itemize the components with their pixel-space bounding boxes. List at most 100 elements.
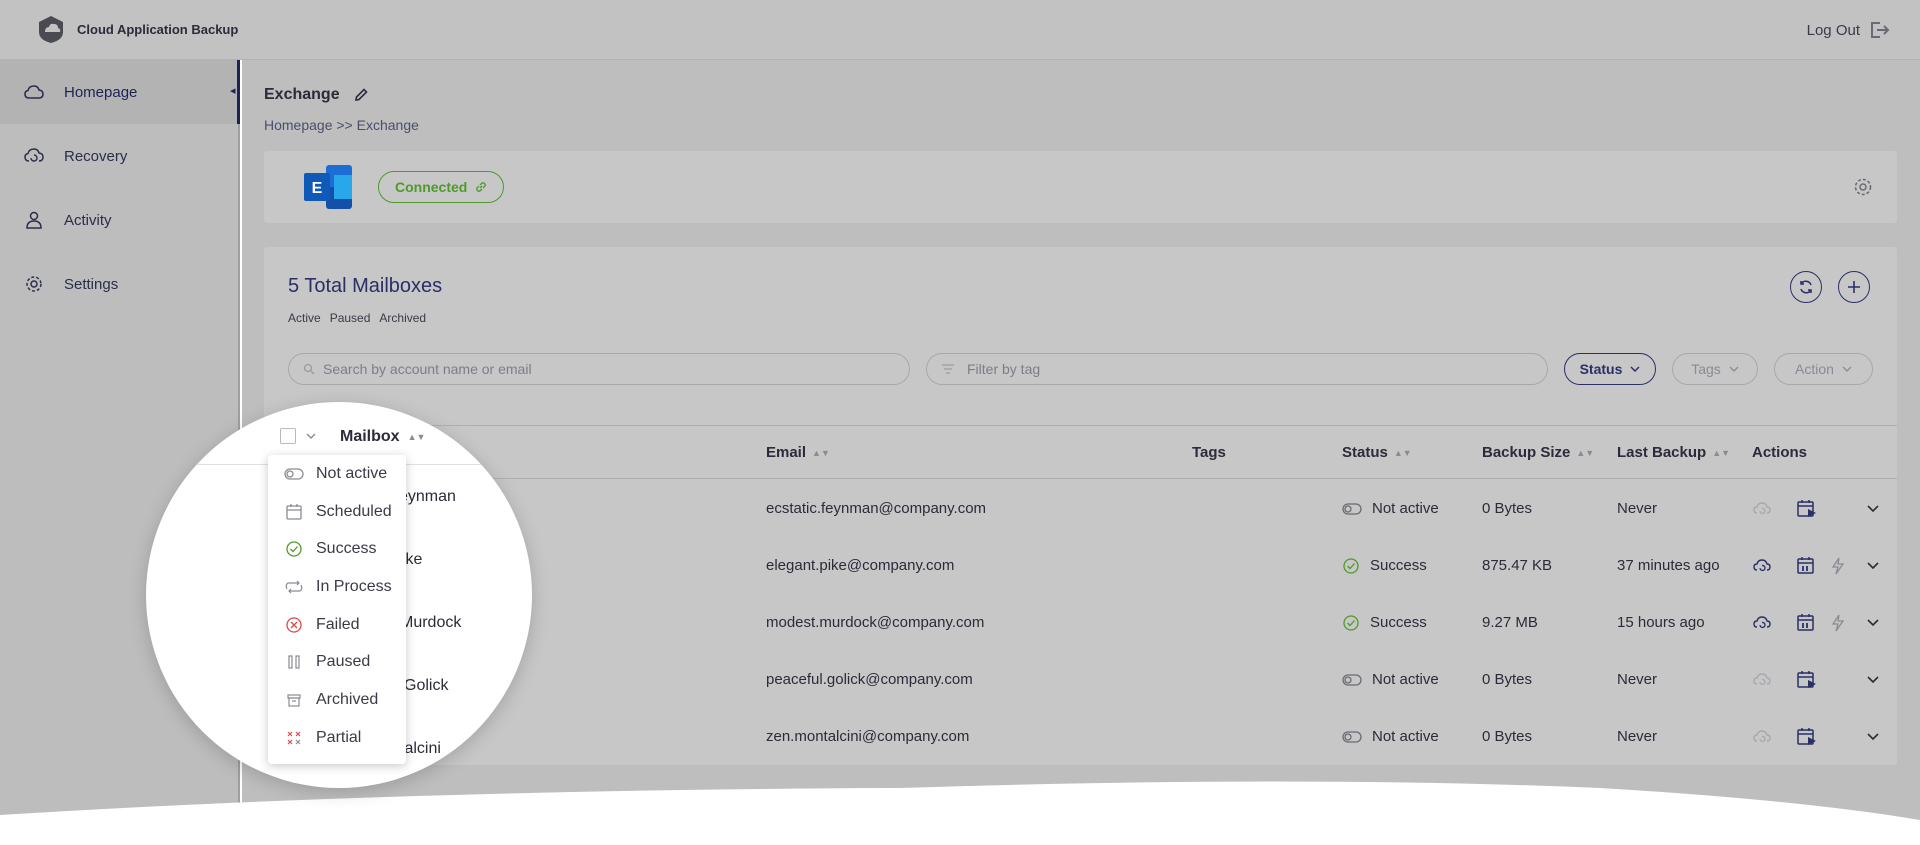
column-header-email[interactable]: Email ▲▼ bbox=[766, 444, 830, 461]
sidebar-item-homepage[interactable]: Homepage bbox=[0, 60, 240, 124]
edit-pencil-icon[interactable] bbox=[354, 88, 368, 102]
search-input[interactable]: Search by account name or email bbox=[288, 353, 910, 385]
expand-row-chevron-icon[interactable] bbox=[1866, 732, 1880, 742]
status-cell: Success bbox=[1342, 594, 1427, 651]
connection-status-badge: Connected bbox=[378, 171, 505, 203]
status-cell: Success bbox=[1342, 537, 1427, 594]
restore-icon[interactable] bbox=[1752, 670, 1772, 690]
column-header-mailbox[interactable]: Mailbox ▲▼ bbox=[340, 428, 425, 446]
email-cell: ecstatic.feynman@company.com bbox=[766, 500, 987, 517]
table-row[interactable]: zen.montalcini@company.com Not active 0 By… bbox=[264, 708, 1897, 765]
select-all-checkbox[interactable] bbox=[280, 428, 296, 444]
sidebar-item-activity[interactable]: Activity bbox=[0, 188, 238, 252]
expand-row-chevron-icon[interactable] bbox=[1866, 675, 1880, 685]
logout-button[interactable]: Log Out bbox=[1807, 20, 1890, 40]
status-cell: Not active bbox=[1342, 651, 1439, 708]
quick-filter-links: Active Paused Archived bbox=[288, 311, 426, 325]
status-option-label: Paused bbox=[316, 653, 371, 671]
column-header-status[interactable]: Status ▲▼ bbox=[1342, 444, 1412, 461]
x-circle-icon bbox=[284, 615, 304, 635]
status-label: Success bbox=[1370, 614, 1427, 631]
schedule-run-icon[interactable] bbox=[1796, 612, 1818, 634]
lightning-icon[interactable] bbox=[1830, 556, 1846, 576]
column-header-backup-size[interactable]: Backup Size ▲▼ bbox=[1482, 444, 1594, 461]
connection-settings-gear-icon[interactable] bbox=[1853, 177, 1873, 197]
status-label: Not active bbox=[1372, 728, 1439, 745]
status-filter-label: Status bbox=[1579, 361, 1623, 377]
schedule-run-icon[interactable] bbox=[1796, 669, 1818, 691]
collapse-sidebar-button[interactable]: ◂ bbox=[230, 84, 240, 98]
status-option-label: Partial bbox=[316, 728, 362, 746]
column-header-last-backup[interactable]: Last Backup ▲▼ bbox=[1617, 444, 1730, 461]
select-all-control[interactable] bbox=[280, 428, 316, 444]
action-menu-button[interactable]: Action bbox=[1774, 353, 1873, 385]
expand-row-chevron-icon[interactable] bbox=[1866, 618, 1880, 628]
status-option-in-process[interactable]: In Process bbox=[268, 568, 406, 606]
partial-icon bbox=[284, 728, 304, 748]
action-menu-label: Action bbox=[1795, 361, 1834, 377]
expand-row-chevron-icon[interactable] bbox=[1866, 504, 1880, 514]
app-title: Cloud Application Backup bbox=[77, 22, 239, 37]
chevron-down-icon bbox=[1729, 366, 1739, 372]
zoom-magnifier: Mailbox ▲▼ eynman ike Murdock Golick tal… bbox=[146, 402, 532, 788]
add-mailbox-button[interactable] bbox=[1838, 271, 1870, 303]
sidebar-item-label: Homepage bbox=[64, 83, 138, 101]
restore-icon[interactable] bbox=[1752, 556, 1772, 576]
status-filter-button[interactable]: Status bbox=[1564, 353, 1656, 385]
status-option-partial[interactable]: Partial bbox=[268, 719, 406, 757]
chevron-down-icon[interactable] bbox=[306, 432, 316, 440]
schedule-run-icon[interactable] bbox=[1796, 498, 1818, 520]
column-header-actions: Actions bbox=[1752, 444, 1807, 461]
main-content: Exchange Homepage >> Exchange E Connecte… bbox=[0, 60, 1920, 845]
toggle-off-icon bbox=[1342, 730, 1362, 743]
sort-icon: ▲▼ bbox=[1393, 447, 1412, 458]
tag-filter-input[interactable]: Filter by tag bbox=[926, 353, 1548, 385]
status-option-not-active[interactable]: Not active bbox=[268, 455, 406, 493]
status-option-paused[interactable]: Paused bbox=[268, 643, 406, 681]
backup-size-cell: 0 Bytes bbox=[1482, 728, 1533, 745]
status-option-label: Scheduled bbox=[316, 502, 392, 520]
user-icon bbox=[26, 211, 42, 229]
status-option-label: Success bbox=[316, 540, 377, 558]
mailbox-name-fragment: Golick bbox=[404, 677, 449, 694]
schedule-run-icon[interactable] bbox=[1796, 555, 1818, 577]
lightning-icon[interactable] bbox=[1830, 613, 1846, 633]
restore-icon[interactable] bbox=[1752, 499, 1772, 519]
sidebar-item-recovery[interactable]: Recovery bbox=[0, 124, 238, 188]
status-label: Success bbox=[1370, 557, 1427, 574]
restore-icon[interactable] bbox=[1752, 727, 1772, 747]
filter-link-active[interactable]: Active bbox=[288, 311, 321, 325]
status-option-scheduled[interactable]: Scheduled bbox=[268, 493, 406, 531]
check-circle-icon bbox=[1343, 614, 1359, 631]
sort-icon: ▲▼ bbox=[1576, 447, 1595, 458]
mailbox-name-fragment: eynman bbox=[399, 488, 456, 505]
breadcrumb[interactable]: Homepage >> Exchange bbox=[264, 117, 419, 133]
restore-icon[interactable] bbox=[1752, 613, 1772, 633]
chevron-down-icon bbox=[1630, 366, 1640, 373]
search-placeholder: Search by account name or email bbox=[323, 361, 532, 377]
sort-icon: ▲▼ bbox=[812, 447, 830, 458]
sidebar-item-label: Recovery bbox=[64, 147, 128, 165]
status-option-success[interactable]: Success bbox=[268, 530, 406, 568]
tags-filter-button[interactable]: Tags bbox=[1672, 353, 1758, 385]
filter-link-archived[interactable]: Archived bbox=[379, 311, 426, 325]
status-option-label: Not active bbox=[316, 464, 388, 482]
last-backup-cell: Never bbox=[1617, 500, 1658, 517]
check-circle-icon bbox=[284, 539, 304, 559]
toggle-off-icon bbox=[1342, 673, 1362, 686]
schedule-run-icon[interactable] bbox=[1796, 726, 1818, 748]
status-dropdown-menu: Not active Scheduled Success In Process … bbox=[268, 455, 406, 764]
archive-icon bbox=[284, 690, 304, 710]
email-cell: peaceful.golick@company.com bbox=[766, 671, 973, 688]
calendar-icon bbox=[284, 502, 304, 522]
status-option-archived[interactable]: Archived bbox=[268, 681, 406, 719]
sort-icon: ▲▼ bbox=[407, 432, 426, 442]
status-option-failed[interactable]: Failed bbox=[268, 606, 406, 644]
filter-link-paused[interactable]: Paused bbox=[330, 311, 371, 325]
sidebar-item-settings[interactable]: Settings bbox=[0, 252, 238, 316]
refresh-button[interactable] bbox=[1790, 271, 1822, 303]
check-circle-icon bbox=[1343, 557, 1359, 574]
column-label: Tags bbox=[1192, 444, 1226, 461]
email-cell: zen.montalcini@company.com bbox=[766, 728, 970, 745]
expand-row-chevron-icon[interactable] bbox=[1866, 561, 1880, 571]
